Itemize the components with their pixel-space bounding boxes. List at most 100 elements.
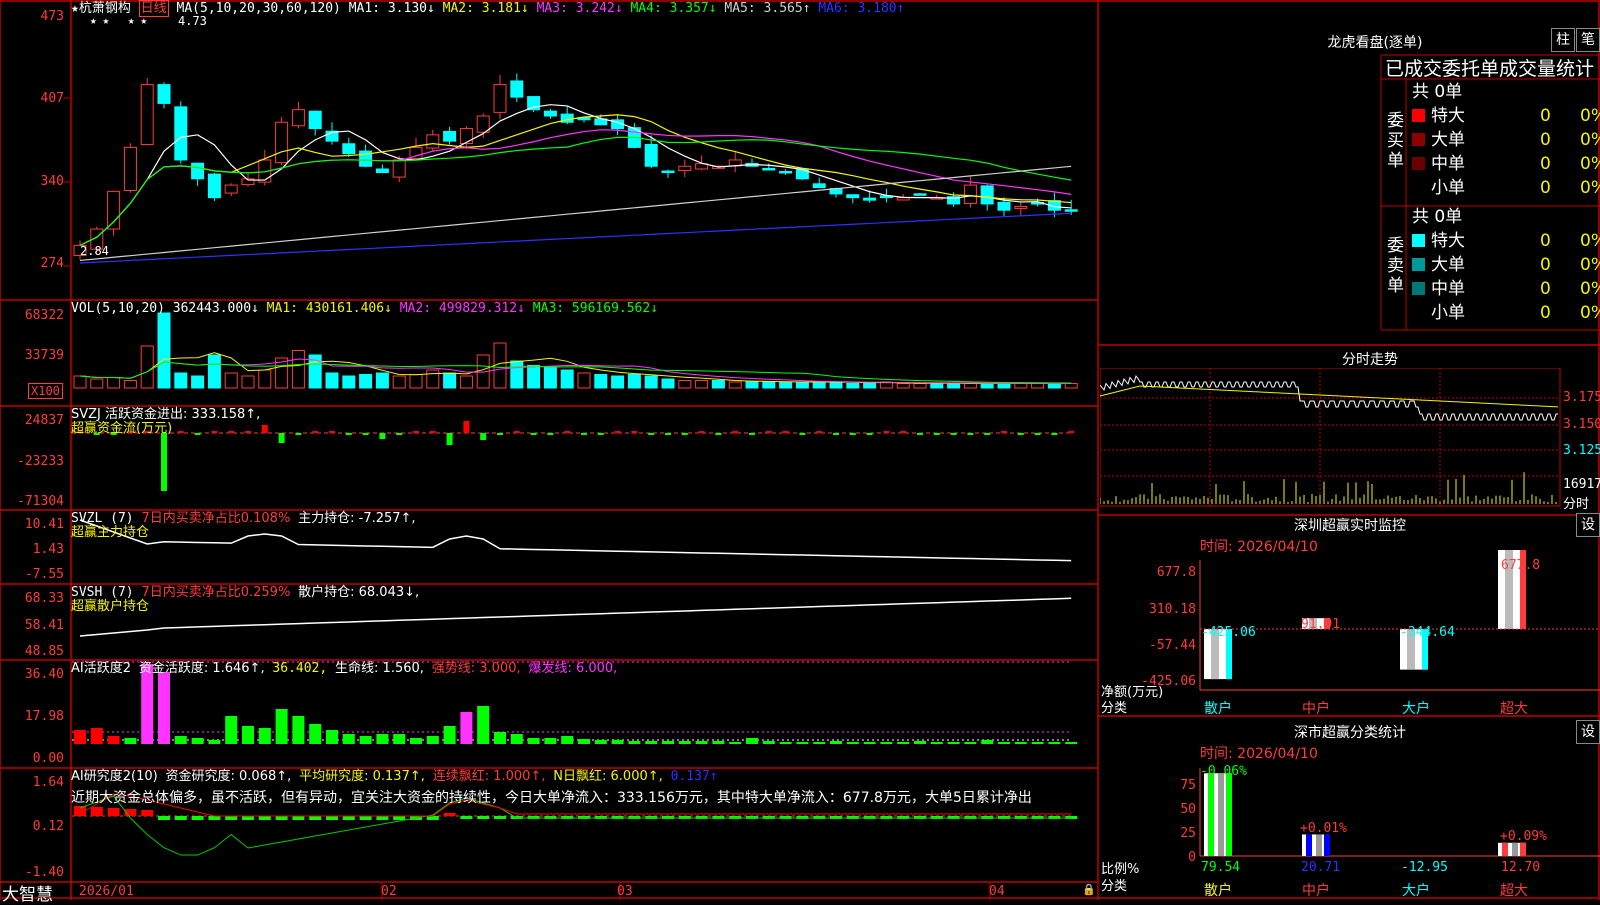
- classify-bottom-label: 79.54: [1201, 860, 1241, 875]
- volume-bar: [829, 381, 843, 389]
- candle-body: [123, 146, 137, 191]
- fund-flow-bar: [513, 431, 520, 433]
- order-row: 特大 0 0%: [1412, 104, 1600, 128]
- volume-bar: [443, 372, 457, 389]
- research-bar: [191, 816, 204, 820]
- fund-flow-bar: [631, 431, 638, 433]
- svzl-title: SVZL (7): [71, 511, 134, 526]
- activity-bar: [796, 742, 809, 744]
- candle-body: [224, 184, 238, 194]
- activity-bar: [1065, 742, 1078, 744]
- fund-flow-bar: [749, 433, 755, 435]
- star-markers: ★★ ★★: [90, 14, 154, 27]
- classify-y-label: 0: [1188, 850, 1196, 865]
- fund-flow-bar: [698, 431, 705, 433]
- svsh-holding: 散户持仓: 68.043↓,: [298, 585, 420, 600]
- ai2-y-label: 1.64: [32, 775, 64, 790]
- order-row: 大单 0 0%: [1412, 253, 1600, 277]
- monitor-category: 中户: [1302, 701, 1330, 717]
- fund-flow-bar: [597, 433, 604, 435]
- ma5-value: MA5: 3.565↑: [724, 1, 811, 16]
- candle-body: [846, 194, 860, 199]
- volume-bar: [375, 372, 389, 389]
- volume-bar: [224, 372, 238, 389]
- classify-y-label: 25: [1180, 826, 1196, 841]
- fund-flow-bar: [681, 433, 688, 435]
- activity-bar: [930, 742, 943, 744]
- activity-bar: [830, 741, 842, 744]
- activity-bar: [342, 734, 355, 744]
- activity-bar: [1014, 742, 1027, 744]
- ai1-lifeline: 生命线: 1.560,: [335, 661, 424, 676]
- fund-flow-bar: [379, 433, 386, 439]
- fund-flow-bar: [765, 431, 772, 433]
- classify-category: 中户: [1302, 883, 1330, 899]
- volume-header: VOL(5,10,20) 362443.000↓ MA1: 430161.406…: [71, 301, 658, 316]
- fund-flow-bar: [530, 433, 537, 435]
- volume-bar: [711, 380, 725, 389]
- activity-bar: [578, 739, 590, 744]
- fund-flow-bar: [345, 433, 352, 435]
- volume-bar: [174, 372, 188, 389]
- bar-mode-button[interactable]: 柱: [1551, 28, 1575, 52]
- classify-settings-button[interactable]: 设: [1576, 720, 1600, 744]
- candle-body: [1064, 209, 1078, 212]
- classify-axis-title2: 分类: [1101, 879, 1128, 894]
- activity-bar: [275, 709, 288, 744]
- order-pct: 0%: [1580, 255, 1600, 275]
- order-pct: 0%: [1580, 231, 1600, 251]
- svsh-ratio: 7日内买卖净占比0.259%: [141, 585, 291, 600]
- activity-bar: [880, 742, 893, 744]
- order-count: 0: [1540, 255, 1551, 275]
- ai2-title: AI研究度2(10): [71, 769, 158, 784]
- ai2-research: 资金研究度: 0.068↑,: [165, 769, 292, 784]
- lock-icon[interactable]: 🔒: [1082, 883, 1096, 896]
- candlestick-chart[interactable]: [72, 0, 1098, 300]
- candle-body: [543, 110, 557, 117]
- svsh-y-label: 58.41: [24, 618, 64, 633]
- intraday-chart[interactable]: [1100, 368, 1600, 510]
- order-row: 中单 0 0%: [1412, 277, 1600, 301]
- intraday-y-label: 3.175: [1563, 390, 1600, 405]
- activity-bar: [762, 741, 775, 744]
- fund-flow-bar: [816, 431, 823, 433]
- monitor-value-label: 677.8: [1501, 558, 1541, 573]
- activity-chart[interactable]: [72, 660, 1098, 768]
- order-type: 特大: [1431, 106, 1465, 126]
- vol-unit-label[interactable]: X100: [28, 383, 63, 399]
- monitor-value-label: -425.06: [1201, 625, 1256, 640]
- volume-bar: [543, 366, 557, 389]
- ai1-y-label: 36.40: [24, 667, 64, 682]
- ai2-nday: N日飘红: 6.000↑,: [553, 769, 663, 784]
- color-swatch-icon: [1412, 181, 1425, 194]
- volume-bar: [678, 380, 692, 389]
- ai2-value5: 0.137↑: [670, 769, 718, 784]
- candle-body: [1014, 205, 1028, 209]
- fund-flow-bar: [396, 433, 403, 435]
- fund-flow-bar: [429, 431, 436, 433]
- volume-bar: [191, 375, 205, 389]
- fund-flow-bar: [1001, 431, 1007, 433]
- volume-bar: [527, 365, 541, 389]
- fund-flow-bar: [732, 431, 739, 433]
- svzl-holding: 主力持仓: -7.257↑,: [298, 511, 416, 526]
- order-count: 0: [1540, 130, 1551, 150]
- research-bar: [158, 816, 170, 820]
- monitor-settings-button[interactable]: 设: [1576, 513, 1600, 537]
- volume-bar: [1064, 383, 1078, 389]
- research-bar: [90, 807, 103, 816]
- color-swatch-icon: [1412, 234, 1425, 247]
- candle-body: [207, 173, 221, 199]
- volume-bar: [611, 375, 625, 389]
- candle-body: [779, 170, 793, 174]
- fund-flow-bar: [329, 431, 335, 433]
- order-type: 中单: [1431, 154, 1465, 174]
- research-chart[interactable]: [72, 768, 1098, 882]
- candle-body: [863, 197, 877, 201]
- monitor-title: 深圳超赢实时监控: [1294, 518, 1406, 534]
- tick-mode-button[interactable]: 笔: [1576, 28, 1600, 52]
- volume-bar: [1047, 383, 1061, 389]
- candle-body: [392, 159, 406, 178]
- svsh-sub: 超赢散户持仓: [71, 599, 150, 614]
- main-y-label: 340: [40, 174, 64, 189]
